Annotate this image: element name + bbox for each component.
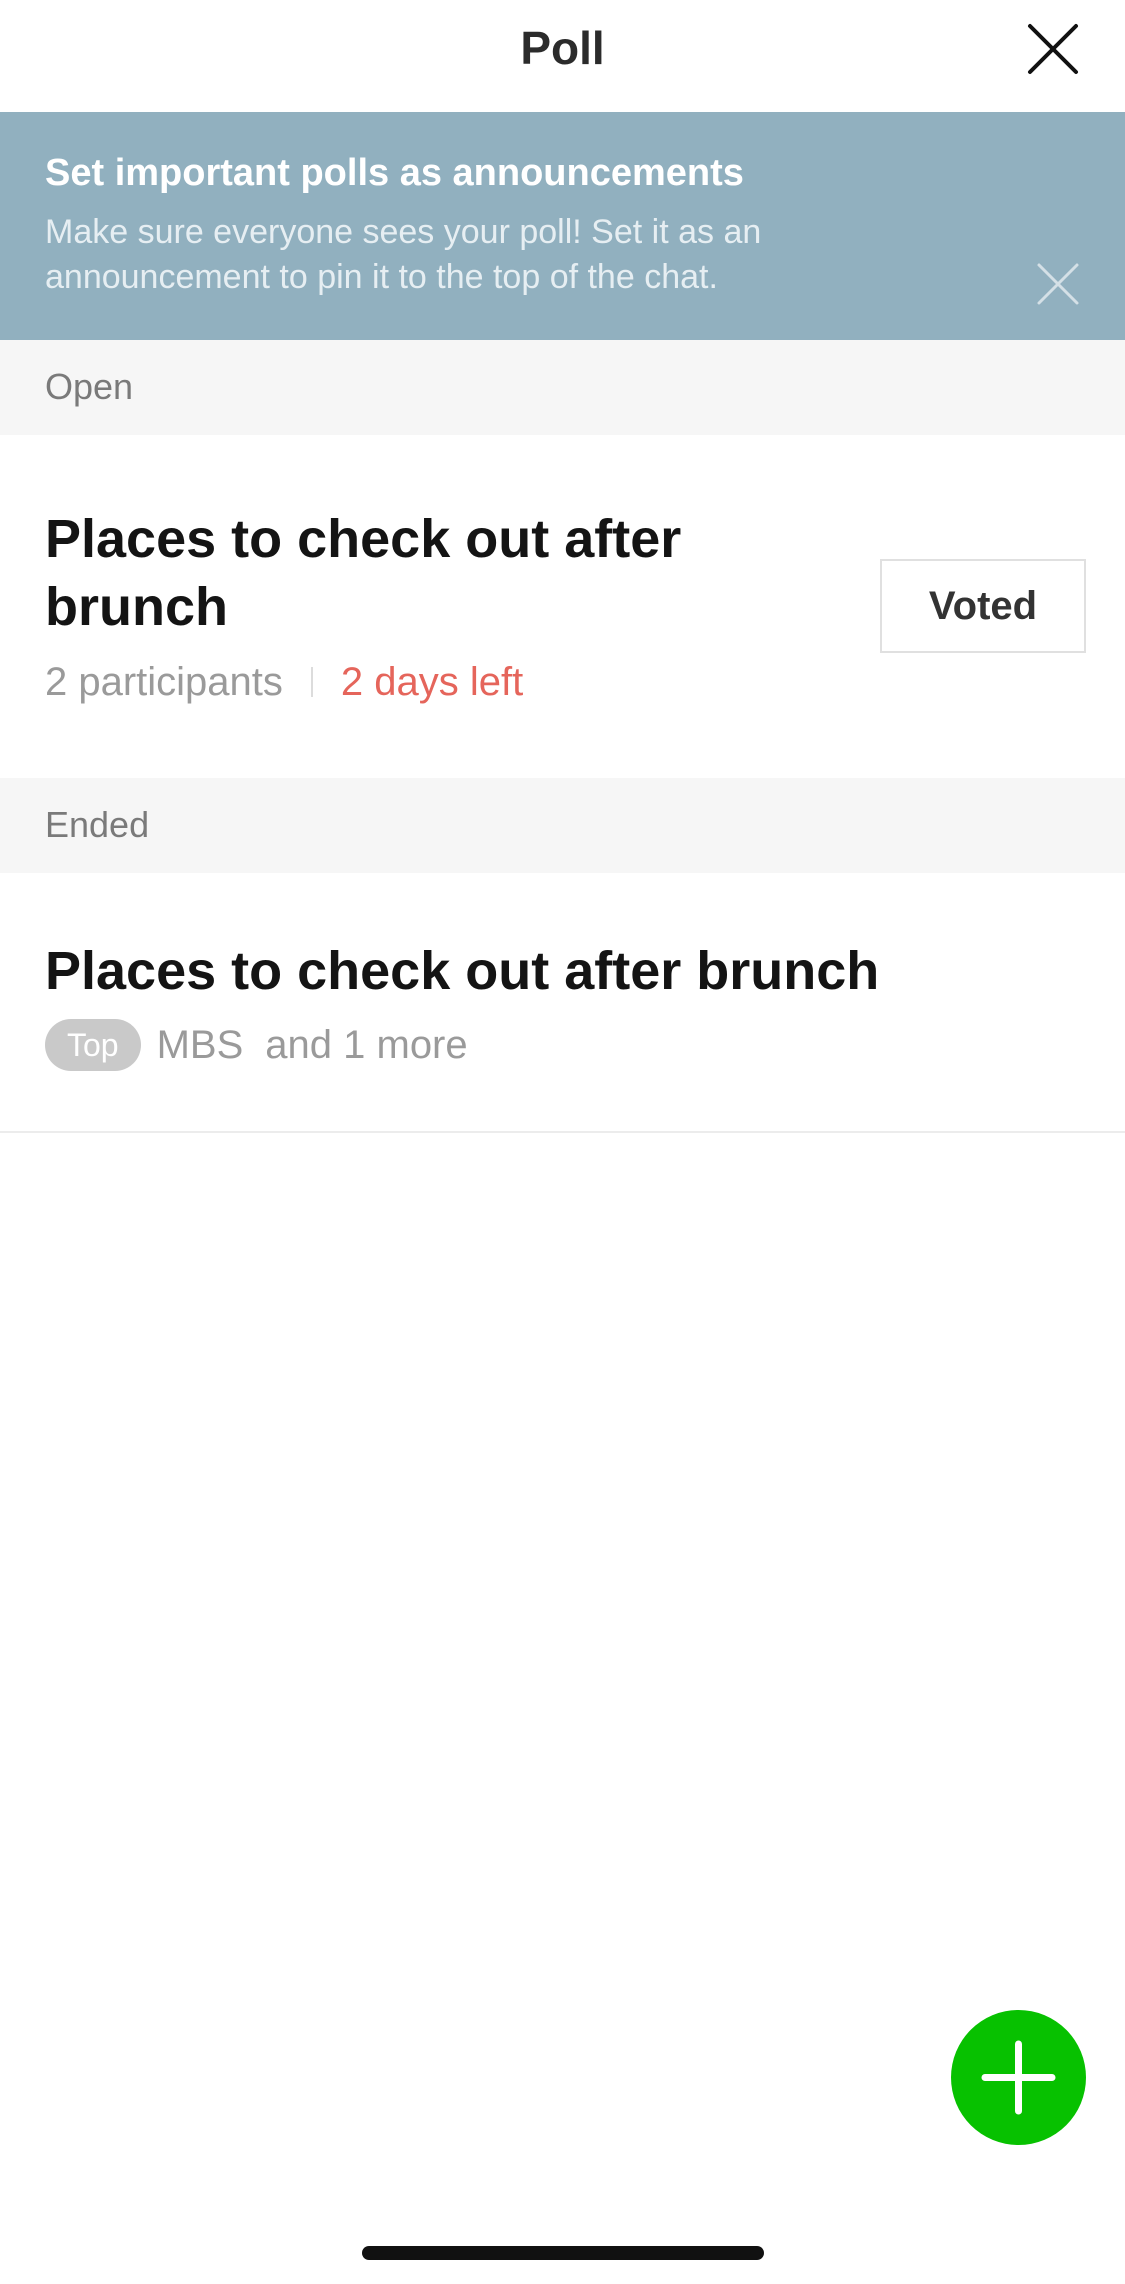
home-indicator[interactable] [362,2246,764,2260]
banner-close-button[interactable] [1036,262,1080,306]
close-button[interactable] [1022,18,1084,80]
banner-text: Make sure everyone sees your poll! Set i… [45,213,762,296]
more-participants: and 1 more [265,1023,468,1067]
poll-author: MBS [156,1023,244,1067]
poll-item-open[interactable]: Places to check out after brunch 2 parti… [0,435,1125,778]
header: Poll [0,0,1125,112]
poll-meta: Top MBS and 1 more [45,1019,468,1071]
announcement-banner[interactable]: Set important polls as announcements Mak… [0,112,1125,340]
page-title: Poll [520,22,605,74]
banner-title: Set important polls as announcements [45,152,744,194]
create-poll-button[interactable] [951,2010,1086,2145]
voted-button[interactable]: Voted [880,559,1086,653]
poll-title: Places to check out after brunch [45,941,880,1001]
deadline-text: 2 days left [340,660,524,704]
poll-meta: 2 participants 2 days left [45,657,523,707]
section-header-ended: Ended [0,778,1125,873]
top-badge: Top [45,1019,141,1071]
close-icon [1028,24,1078,74]
poll-title: Places to check out after brunch [45,509,682,637]
participants-count: 2 participants [45,660,283,704]
plus-icon [981,2040,1056,2115]
section-label-open: Open [45,366,134,407]
poll-item-ended[interactable]: Places to check out after brunch Top MBS… [0,873,1125,1133]
section-header-open: Open [0,340,1125,435]
poll-screen: Poll Set important polls as announcement… [0,0,1125,2284]
meta-divider [310,667,313,697]
close-icon [1037,263,1079,305]
section-label-ended: Ended [45,804,150,845]
